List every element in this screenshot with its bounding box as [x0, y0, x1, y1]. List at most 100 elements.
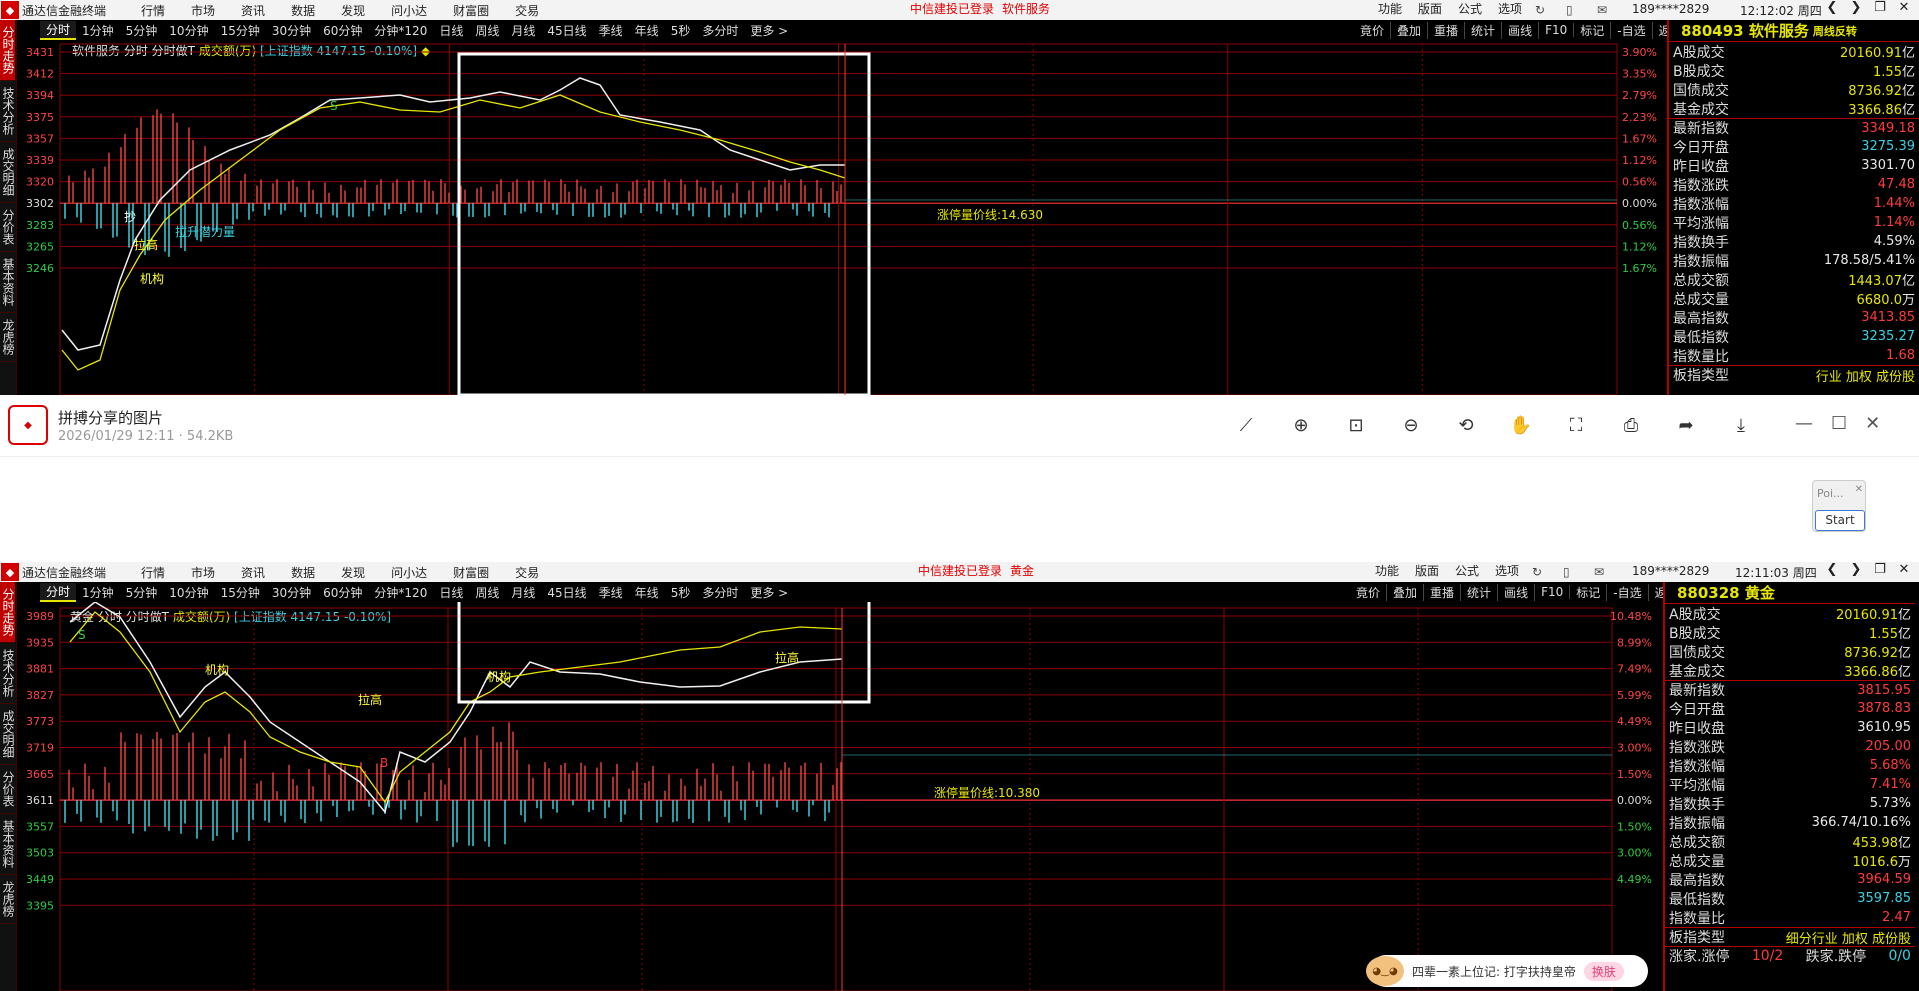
- mail-icon[interactable]: ✉: [1594, 565, 1604, 579]
- period-tab-5[interactable]: 30分钟: [266, 584, 317, 601]
- menu-item-0[interactable]: 行情: [128, 564, 178, 581]
- menu-item-1[interactable]: 市场: [178, 564, 228, 581]
- popup-close-icon[interactable]: ✕: [1855, 484, 1863, 495]
- tool-button-1[interactable]: 叠加: [1387, 583, 1425, 601]
- tool-button-0[interactable]: 竟价: [1354, 21, 1392, 39]
- menu-item-6[interactable]: 财富圈: [440, 564, 502, 581]
- print-icon[interactable]: ⎙: [1613, 415, 1649, 439]
- right-menu-item-0[interactable]: 功能: [1367, 562, 1407, 579]
- period-tab-16[interactable]: 更多 >: [744, 584, 794, 601]
- account-id[interactable]: 189****2829: [1632, 2, 1709, 16]
- close-icon[interactable]: ✕: [1892, 0, 1916, 15]
- right-menu-item-0[interactable]: 功能: [1370, 0, 1410, 17]
- menu-item-3[interactable]: 数据: [278, 564, 328, 581]
- period-tab-14[interactable]: 5秒: [665, 584, 697, 601]
- tool-button-5[interactable]: F10: [1539, 23, 1575, 37]
- crop-icon[interactable]: ⛶: [1558, 415, 1594, 439]
- tool-button-3[interactable]: 统计: [1461, 583, 1499, 601]
- back-icon[interactable]: ❮: [1820, 0, 1844, 15]
- refresh-icon[interactable]: ↻: [1535, 3, 1545, 17]
- magic-wand-icon[interactable]: ⟋: [1228, 415, 1264, 439]
- download-icon[interactable]: ⤓: [1723, 415, 1759, 439]
- menu-item-0[interactable]: 行情: [128, 2, 178, 19]
- intraday-chart-top[interactable]: 3431 3412 3394 3375 3357 3339 3320 3302 3283 3265…: [0, 40, 1665, 395]
- tool-button-7[interactable]: -自选: [1611, 21, 1653, 39]
- account-id[interactable]: 189****2829: [1632, 564, 1709, 578]
- period-tab-2[interactable]: 5分钟: [120, 584, 164, 601]
- period-tab-0[interactable]: 分时: [40, 20, 77, 40]
- menu-item-4[interactable]: 发现: [328, 564, 378, 581]
- menu-item-2[interactable]: 资讯: [228, 2, 278, 19]
- tool-button-6[interactable]: 标记: [1574, 21, 1612, 39]
- right-menu-item-3[interactable]: 选项: [1490, 0, 1530, 17]
- period-tab-3[interactable]: 10分钟: [163, 22, 214, 39]
- tool-button-4[interactable]: 画线: [1502, 21, 1540, 39]
- menu-item-4[interactable]: 发现: [328, 2, 378, 19]
- tool-button-2[interactable]: 重播: [1428, 21, 1466, 39]
- tool-button-0[interactable]: 竟价: [1350, 583, 1388, 601]
- hand-icon[interactable]: ✋: [1503, 415, 1539, 439]
- forward-icon[interactable]: ❯: [1844, 562, 1868, 577]
- tool-button-5[interactable]: F10: [1535, 585, 1571, 599]
- menu-item-3[interactable]: 数据: [278, 2, 328, 19]
- menu-item-5[interactable]: 问小达: [378, 564, 440, 581]
- menu-item-1[interactable]: 市场: [178, 2, 228, 19]
- period-tab-4[interactable]: 15分钟: [215, 584, 266, 601]
- period-tab-1[interactable]: 1分钟: [76, 22, 120, 39]
- period-tab-12[interactable]: 季线: [593, 22, 629, 39]
- phone-icon[interactable]: ▯: [1566, 3, 1573, 17]
- forward-icon[interactable]: ❯: [1844, 0, 1868, 15]
- period-tab-7[interactable]: 分钟*120: [368, 584, 433, 601]
- tool-button-1[interactable]: 叠加: [1391, 21, 1429, 39]
- period-tab-11[interactable]: 45日线: [541, 22, 592, 39]
- promo-banner[interactable]: ◕‿◕ 四辈一素上位记: 打字扶持皇帝 换肤: [1366, 955, 1648, 987]
- period-tab-4[interactable]: 15分钟: [215, 22, 266, 39]
- zoom-in-icon[interactable]: ⊕: [1283, 415, 1319, 439]
- right-menu-item-2[interactable]: 公式: [1450, 0, 1490, 17]
- tool-button-2[interactable]: 重播: [1424, 583, 1462, 601]
- zoom-out-icon[interactable]: ⊖: [1393, 415, 1429, 439]
- period-tab-15[interactable]: 多分时: [696, 22, 744, 39]
- period-tab-9[interactable]: 周线: [469, 584, 505, 601]
- period-tab-3[interactable]: 10分钟: [163, 584, 214, 601]
- period-tab-13[interactable]: 年线: [629, 584, 665, 601]
- period-tab-16[interactable]: 更多 >: [744, 22, 794, 39]
- period-tab-15[interactable]: 多分时: [696, 584, 744, 601]
- fit-size-icon[interactable]: ⊡: [1338, 415, 1374, 439]
- close-icon[interactable]: ✕: [1865, 413, 1880, 434]
- refresh-icon[interactable]: ↻: [1532, 565, 1542, 579]
- right-menu-item-3[interactable]: 选项: [1487, 562, 1527, 579]
- menu-item-7[interactable]: 交易: [502, 564, 552, 581]
- period-tab-0[interactable]: 分时: [40, 582, 77, 602]
- minimize-icon[interactable]: —: [1795, 413, 1813, 434]
- rotate-icon[interactable]: ⟲: [1448, 415, 1484, 439]
- back-icon[interactable]: ❮: [1820, 562, 1844, 577]
- period-tab-12[interactable]: 季线: [593, 584, 629, 601]
- period-tab-10[interactable]: 月线: [505, 584, 541, 601]
- period-tab-2[interactable]: 5分钟: [120, 22, 164, 39]
- menu-item-2[interactable]: 资讯: [228, 564, 278, 581]
- period-tab-1[interactable]: 1分钟: [76, 584, 120, 601]
- menu-item-5[interactable]: 问小达: [378, 2, 440, 19]
- period-tab-6[interactable]: 60分钟: [317, 22, 368, 39]
- phone-icon[interactable]: ▯: [1563, 565, 1570, 579]
- period-tab-5[interactable]: 30分钟: [266, 22, 317, 39]
- skin-button[interactable]: 换肤: [1583, 961, 1624, 981]
- period-tab-6[interactable]: 60分钟: [317, 584, 368, 601]
- popup-start-button[interactable]: Start: [1815, 510, 1865, 531]
- right-menu-item-2[interactable]: 公式: [1447, 562, 1487, 579]
- tool-button-4[interactable]: 画线: [1498, 583, 1536, 601]
- tool-button-3[interactable]: 统计: [1465, 21, 1503, 39]
- close-icon[interactable]: ✕: [1892, 562, 1916, 577]
- period-tab-10[interactable]: 月线: [505, 22, 541, 39]
- right-menu-item-1[interactable]: 版面: [1407, 562, 1447, 579]
- right-menu-item-1[interactable]: 版面: [1410, 0, 1450, 17]
- period-tab-11[interactable]: 45日线: [541, 584, 592, 601]
- maximize-icon[interactable]: ☐: [1831, 413, 1847, 434]
- period-tab-7[interactable]: 分钟*120: [368, 22, 433, 39]
- mail-icon[interactable]: ✉: [1597, 3, 1607, 17]
- period-tab-9[interactable]: 周线: [469, 22, 505, 39]
- share-icon[interactable]: ➦: [1668, 415, 1704, 439]
- menu-item-6[interactable]: 财富圈: [440, 2, 502, 19]
- tool-button-7[interactable]: -自选: [1607, 583, 1649, 601]
